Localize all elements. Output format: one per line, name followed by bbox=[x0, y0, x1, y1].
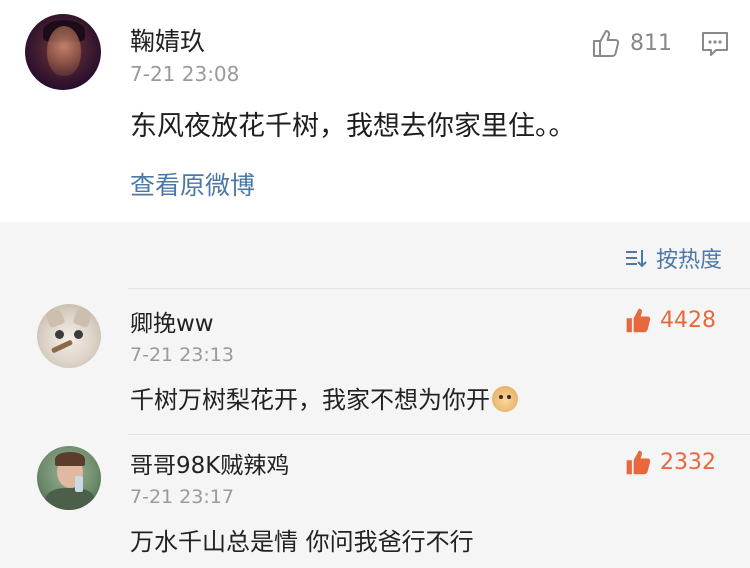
commenter-name[interactable]: 卿挽ww bbox=[130, 304, 214, 338]
post-like-count: 811 bbox=[630, 30, 672, 56]
comment-text: 万水千山总是情 你问我爸行不行 bbox=[130, 528, 474, 556]
commenter-name[interactable]: 哥哥98K贼辣鸡 bbox=[130, 446, 289, 480]
post-author-name[interactable]: 鞠婧玖 bbox=[130, 22, 205, 58]
weibo-post: 鞠婧玖 7-21 23:08 东风夜放花千树，我想去你家里住。。 查看原微博 8… bbox=[0, 0, 750, 222]
sort-icon bbox=[625, 250, 647, 268]
thumbs-up-icon bbox=[626, 450, 651, 475]
comments-section: 按热度 卿挽ww 7-21 23:13 千树万树梨花开，我家不想为你开 4428 bbox=[0, 222, 750, 568]
post-like-button[interactable]: 811 bbox=[590, 26, 672, 60]
commenter-avatar[interactable] bbox=[37, 446, 101, 510]
comment-text-line: 千树万树梨花开，我家不想为你开 bbox=[130, 380, 518, 415]
commenter-avatar[interactable] bbox=[37, 304, 101, 368]
comment-button[interactable] bbox=[700, 30, 730, 58]
sort-by-hot-button[interactable]: 按热度 bbox=[624, 242, 722, 274]
comment-item: 哥哥98K贼辣鸡 7-21 23:17 万水千山总是情 你问我爸行不行 2332 bbox=[0, 430, 750, 568]
comment-timestamp: 7-21 23:13 bbox=[130, 344, 234, 366]
post-timestamp: 7-21 23:08 bbox=[130, 62, 240, 86]
comment-like-button[interactable]: 4428 bbox=[624, 306, 716, 334]
comment-timestamp: 7-21 23:17 bbox=[130, 486, 234, 508]
comment-text: 千树万树梨花开，我家不想为你开 bbox=[130, 386, 490, 414]
sort-label: 按热度 bbox=[655, 248, 722, 273]
comment-like-button[interactable]: 2332 bbox=[624, 448, 716, 476]
comment-like-count: 2332 bbox=[660, 449, 716, 475]
view-original-weibo-link[interactable]: 查看原微博 bbox=[130, 166, 255, 202]
doge-emoji-icon bbox=[492, 386, 518, 412]
post-text: 东风夜放花千树，我想去你家里住。。 bbox=[130, 111, 576, 142]
post-author-avatar[interactable] bbox=[25, 14, 101, 90]
comment-item: 卿挽ww 7-21 23:13 千树万树梨花开，我家不想为你开 4428 bbox=[0, 288, 750, 434]
comment-like-count: 4428 bbox=[660, 307, 716, 333]
comment-icon bbox=[702, 32, 728, 56]
thumbs-up-icon bbox=[593, 30, 620, 57]
thumbs-up-icon bbox=[626, 308, 651, 333]
